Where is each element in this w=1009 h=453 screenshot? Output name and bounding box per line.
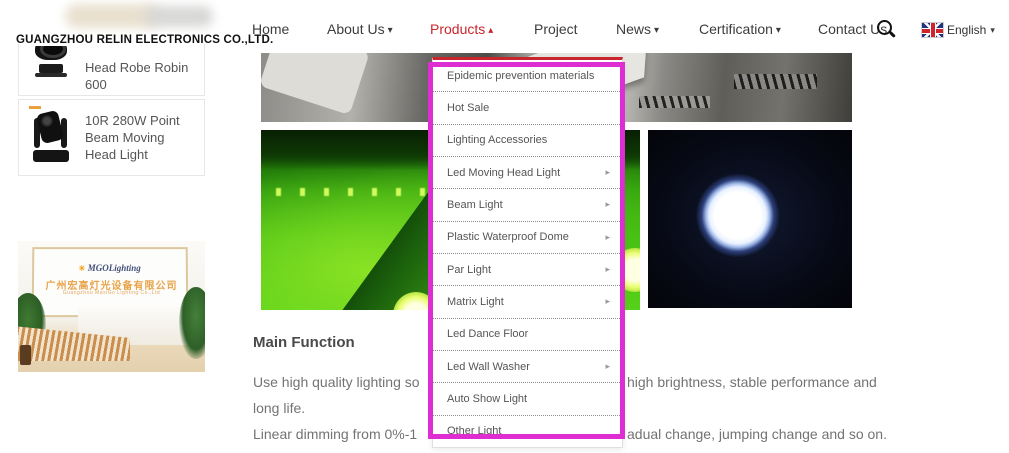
- menu-item-lighting-accessories[interactable]: Lighting Accessories: [433, 125, 622, 157]
- page: GUANGZHOU RELIN ELECTRONICS CO.,LTD. Hom…: [0, 0, 1009, 453]
- submenu-arrow-icon: ▸: [605, 361, 610, 372]
- menu-item-hot-sale[interactable]: Hot Sale: [433, 92, 622, 124]
- menu-item-other-light[interactable]: Other Light: [433, 416, 622, 447]
- language-selector[interactable]: English▾: [947, 23, 995, 37]
- paragraph-line1-left: Use high quality lighting so: [253, 374, 429, 390]
- sun-icon: ☀: [78, 264, 85, 273]
- submenu-arrow-icon: ▸: [605, 264, 610, 275]
- menu-item-led-dance-floor[interactable]: Led Dance Floor: [433, 319, 622, 351]
- caret-down-icon: ▾: [990, 25, 995, 35]
- sidebar-product-item[interactable]: 10R 280W Point Beam Moving Head Light: [18, 99, 205, 176]
- caret-up-icon: ▴: [488, 25, 493, 36]
- search-icon[interactable]: [877, 20, 892, 35]
- caret-down-icon: ▾: [388, 25, 393, 36]
- nav-home[interactable]: Home: [252, 21, 289, 37]
- caret-down-icon: ▾: [654, 25, 659, 36]
- plant: [179, 287, 205, 359]
- paragraph-line3-left: Linear dimming from 0%-1: [253, 426, 429, 442]
- showroom-logo-text: ☀ MGOLighting: [18, 263, 201, 273]
- paragraph-line1-right: high brightness, stable performance and: [627, 374, 877, 390]
- product-title[interactable]: 10R 280W Point Beam Moving Head Light: [85, 112, 196, 163]
- menu-item-par-light[interactable]: Par Light ▸: [433, 254, 622, 286]
- plant-pot: [20, 345, 31, 365]
- menu-item-auto-show-light[interactable]: Auto Show Light: [433, 383, 622, 415]
- submenu-arrow-icon: ▸: [605, 296, 610, 307]
- paragraph-line3-right: adual change, jumping change and so on.: [627, 426, 887, 442]
- nav-products[interactable]: Products▴: [430, 21, 493, 37]
- showroom-photo: ☀ MGOLighting 广州宏高灯光设备有限公司 Guangzhou Max…: [18, 241, 205, 372]
- product-image-beam-circle: [648, 130, 852, 308]
- section-heading: Main Function: [253, 334, 355, 351]
- nav-news[interactable]: News▾: [616, 21, 659, 37]
- nav-certification[interactable]: Certification▾: [699, 21, 781, 37]
- menu-item-plastic-waterproof-dome[interactable]: Plastic Waterproof Dome ▸: [433, 222, 622, 254]
- nav-project[interactable]: Project: [534, 21, 578, 37]
- product-thumbnail: [29, 46, 73, 84]
- nav-about-us[interactable]: About Us▾: [327, 21, 393, 37]
- menu-item-led-moving-head-light[interactable]: Led Moving Head Light ▸: [433, 157, 622, 189]
- submenu-arrow-icon: ▸: [605, 199, 610, 210]
- uk-flag-icon: [921, 22, 944, 38]
- menu-item-matrix-light[interactable]: Matrix Light ▸: [433, 286, 622, 318]
- logo-blob: [145, 6, 213, 27]
- menu-item-beam-light[interactable]: Beam Light ▸: [433, 189, 622, 221]
- submenu-arrow-icon: ▸: [605, 167, 610, 178]
- showroom-english-name: Guangzhou MaxiGo Lighting Co.,Ltd: [18, 290, 205, 296]
- sidebar-product-item[interactable]: Head Robe Robin 600: [18, 44, 205, 96]
- product-thumbnail: [27, 106, 75, 168]
- menu-item-epidemic-prevention-materials[interactable]: Epidemic prevention materials: [433, 60, 622, 92]
- product-title[interactable]: Head Robe Robin 600: [85, 59, 196, 93]
- submenu-arrow-icon: ▸: [605, 232, 610, 243]
- paragraph-line2: long life.: [253, 400, 305, 416]
- products-dropdown-menu: Epidemic prevention materials Hot Sale L…: [432, 57, 623, 448]
- caret-down-icon: ▾: [776, 25, 781, 36]
- company-logo[interactable]: [60, 2, 215, 30]
- menu-item-led-wall-washer[interactable]: Led Wall Washer ▸: [433, 351, 622, 383]
